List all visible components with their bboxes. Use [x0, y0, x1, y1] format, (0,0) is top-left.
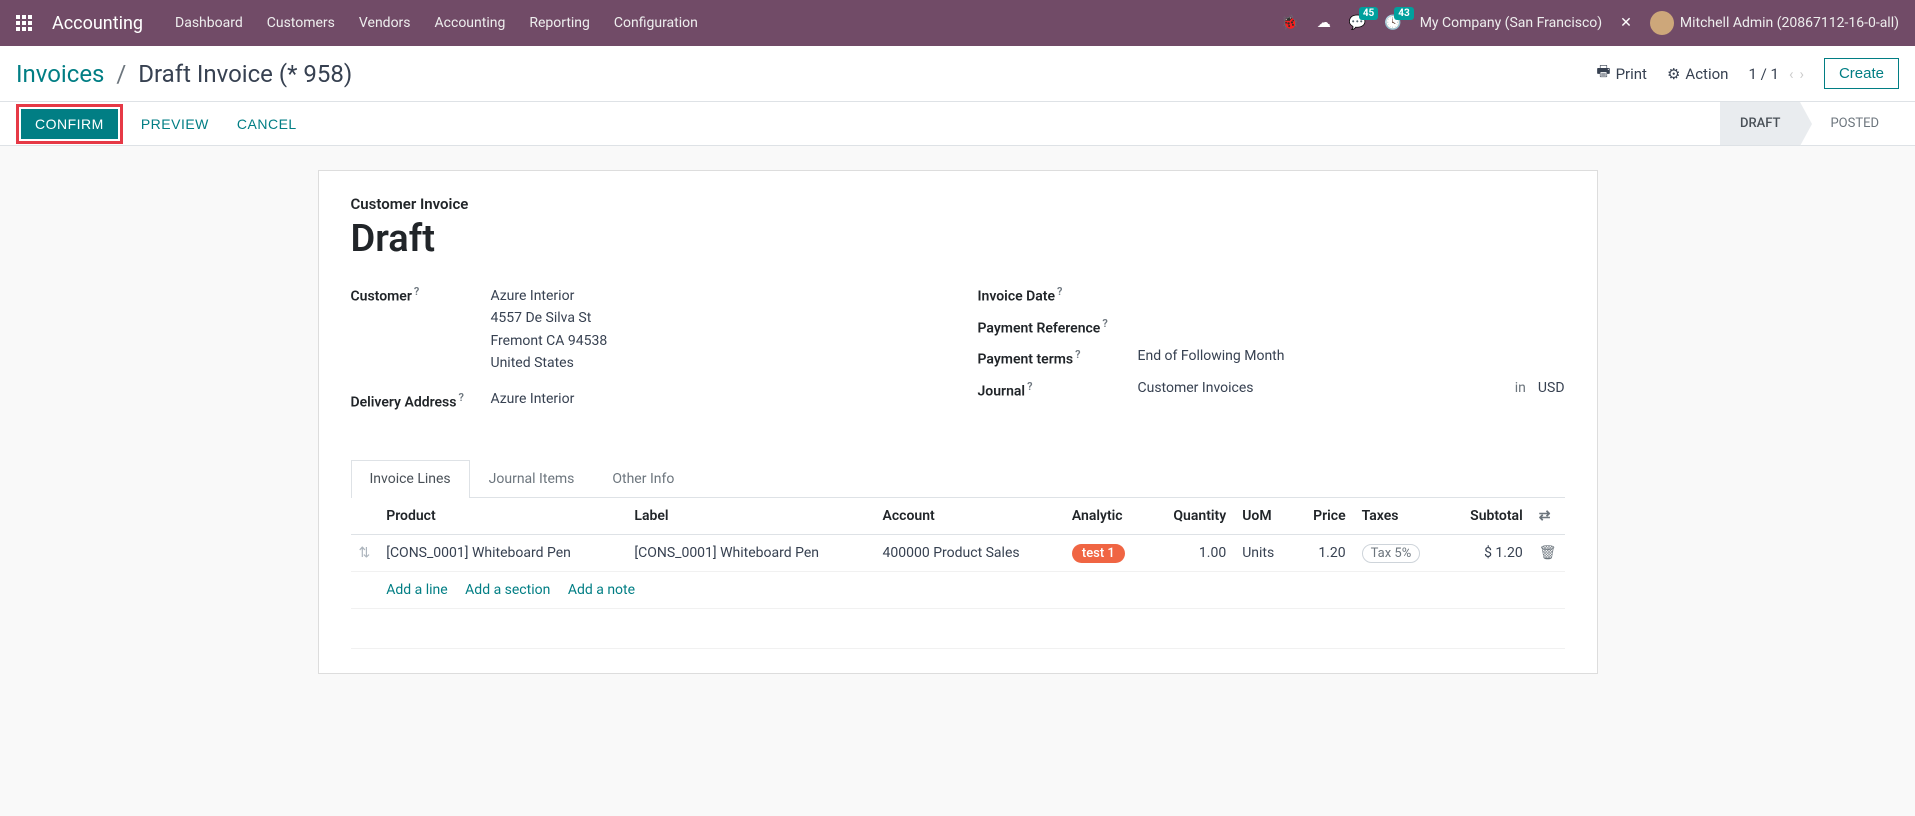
analytic-tag[interactable]: test 1 [1072, 544, 1125, 563]
payment-ref-label: Payment Reference? [978, 317, 1138, 337]
tab-invoice-lines[interactable]: Invoice Lines [351, 460, 470, 498]
customer-value[interactable]: Azure Interior 4557 De Silva St Fremont … [491, 285, 938, 375]
add-section-link[interactable]: Add a section [465, 582, 550, 598]
status-draft[interactable]: DRAFT [1720, 102, 1801, 145]
activities-icon[interactable]: 🕓43 [1384, 15, 1401, 31]
print-button[interactable]: 🖶 Print [1596, 61, 1647, 86]
nav-configuration[interactable]: Configuration [614, 15, 698, 31]
cell-quantity[interactable]: 1.00 [1149, 535, 1234, 572]
cell-account[interactable]: 400000 Product Sales [875, 535, 1064, 572]
pager-value[interactable]: 1 / 1 [1748, 65, 1779, 83]
print-label: Print [1616, 65, 1647, 83]
th-price: Price [1294, 498, 1354, 535]
journal-value[interactable]: Customer Invoices [1138, 380, 1503, 396]
preview-button[interactable]: PREVIEW [131, 110, 219, 138]
th-account: Account [875, 498, 1064, 535]
breadcrumb: Invoices / Draft Invoice (* 958) [16, 60, 352, 88]
th-quantity: Quantity [1149, 498, 1234, 535]
nav-vendors[interactable]: Vendors [359, 15, 411, 31]
nav-accounting[interactable]: Accounting [435, 15, 506, 31]
nav-reporting[interactable]: Reporting [529, 15, 590, 31]
tab-journal-items[interactable]: Journal Items [470, 460, 594, 497]
nav-dashboard[interactable]: Dashboard [175, 15, 243, 31]
th-product: Product [378, 498, 626, 535]
pager-next-icon[interactable]: › [1799, 65, 1804, 83]
user-name: Mitchell Admin (20867112-16-0-all) [1680, 15, 1899, 31]
tax-tag[interactable]: Tax 5% [1362, 544, 1421, 563]
delivery-value[interactable]: Azure Interior [491, 391, 938, 407]
cancel-button[interactable]: CANCEL [227, 110, 307, 138]
payment-terms-value[interactable]: End of Following Month [1138, 348, 1565, 364]
messages-icon[interactable]: 💬45 [1349, 15, 1366, 31]
nav-customers[interactable]: Customers [267, 15, 335, 31]
th-label: Label [626, 498, 874, 535]
breadcrumb-sep: / [116, 60, 126, 88]
create-button[interactable]: Create [1824, 58, 1899, 89]
add-line-link[interactable]: Add a line [386, 582, 447, 598]
tools-icon[interactable]: ✕ [1620, 15, 1632, 31]
confirm-button[interactable]: CONFIRM [21, 109, 118, 139]
th-analytic: Analytic [1064, 498, 1149, 535]
optional-columns-icon[interactable]: ⇄ [1539, 508, 1551, 524]
avatar [1650, 11, 1674, 35]
debug-icon[interactable]: 🐞 [1281, 15, 1298, 31]
confirm-highlight: CONFIRM [16, 104, 123, 144]
cell-uom[interactable]: Units [1234, 535, 1293, 572]
delivery-label: Delivery Address? [351, 391, 491, 411]
tab-other-info[interactable]: Other Info [593, 460, 693, 497]
breadcrumb-root[interactable]: Invoices [16, 60, 104, 88]
trash-icon[interactable]: 🗑 [1539, 545, 1557, 561]
th-uom: UoM [1234, 498, 1293, 535]
th-subtotal: Subtotal [1446, 498, 1531, 535]
cell-price[interactable]: 1.20 [1294, 535, 1354, 572]
cell-subtotal: $ 1.20 [1446, 535, 1531, 572]
gear-icon: ⚙ [1667, 65, 1680, 83]
payment-terms-label: Payment terms? [978, 348, 1138, 368]
customer-label: Customer? [351, 285, 491, 305]
journal-label: Journal? [978, 380, 1138, 400]
user-menu[interactable]: Mitchell Admin (20867112-16-0-all) [1650, 11, 1899, 35]
drag-handle-icon[interactable]: ⇅ [359, 545, 371, 561]
cell-product[interactable]: [CONS_0001] Whiteboard Pen [378, 535, 626, 572]
add-note-link[interactable]: Add a note [568, 582, 635, 598]
support-icon[interactable]: ☁ [1317, 15, 1331, 31]
app-brand[interactable]: Accounting [52, 13, 143, 34]
table-row[interactable]: ⇅ [CONS_0001] Whiteboard Pen [CONS_0001]… [351, 535, 1565, 572]
pager-prev-icon[interactable]: ‹ [1789, 65, 1794, 83]
activities-badge: 43 [1394, 7, 1413, 20]
apps-icon[interactable] [16, 15, 32, 31]
company-switcher[interactable]: My Company (San Francisco) [1420, 15, 1602, 31]
action-label: Action [1685, 65, 1728, 83]
breadcrumb-current: Draft Invoice (* 958) [138, 60, 352, 88]
status-posted[interactable]: POSTED [1800, 102, 1899, 145]
form-type-label: Customer Invoice [351, 195, 1565, 213]
journal-in: in [1515, 380, 1526, 396]
action-button[interactable]: ⚙ Action [1667, 65, 1728, 83]
journal-currency[interactable]: USD [1538, 380, 1565, 396]
th-taxes: Taxes [1354, 498, 1446, 535]
print-icon: 🖶 [1596, 61, 1610, 86]
form-title: Draft [351, 217, 1565, 261]
messages-badge: 45 [1359, 7, 1378, 20]
cell-label[interactable]: [CONS_0001] Whiteboard Pen [626, 535, 874, 572]
invoice-date-label: Invoice Date? [978, 285, 1138, 305]
